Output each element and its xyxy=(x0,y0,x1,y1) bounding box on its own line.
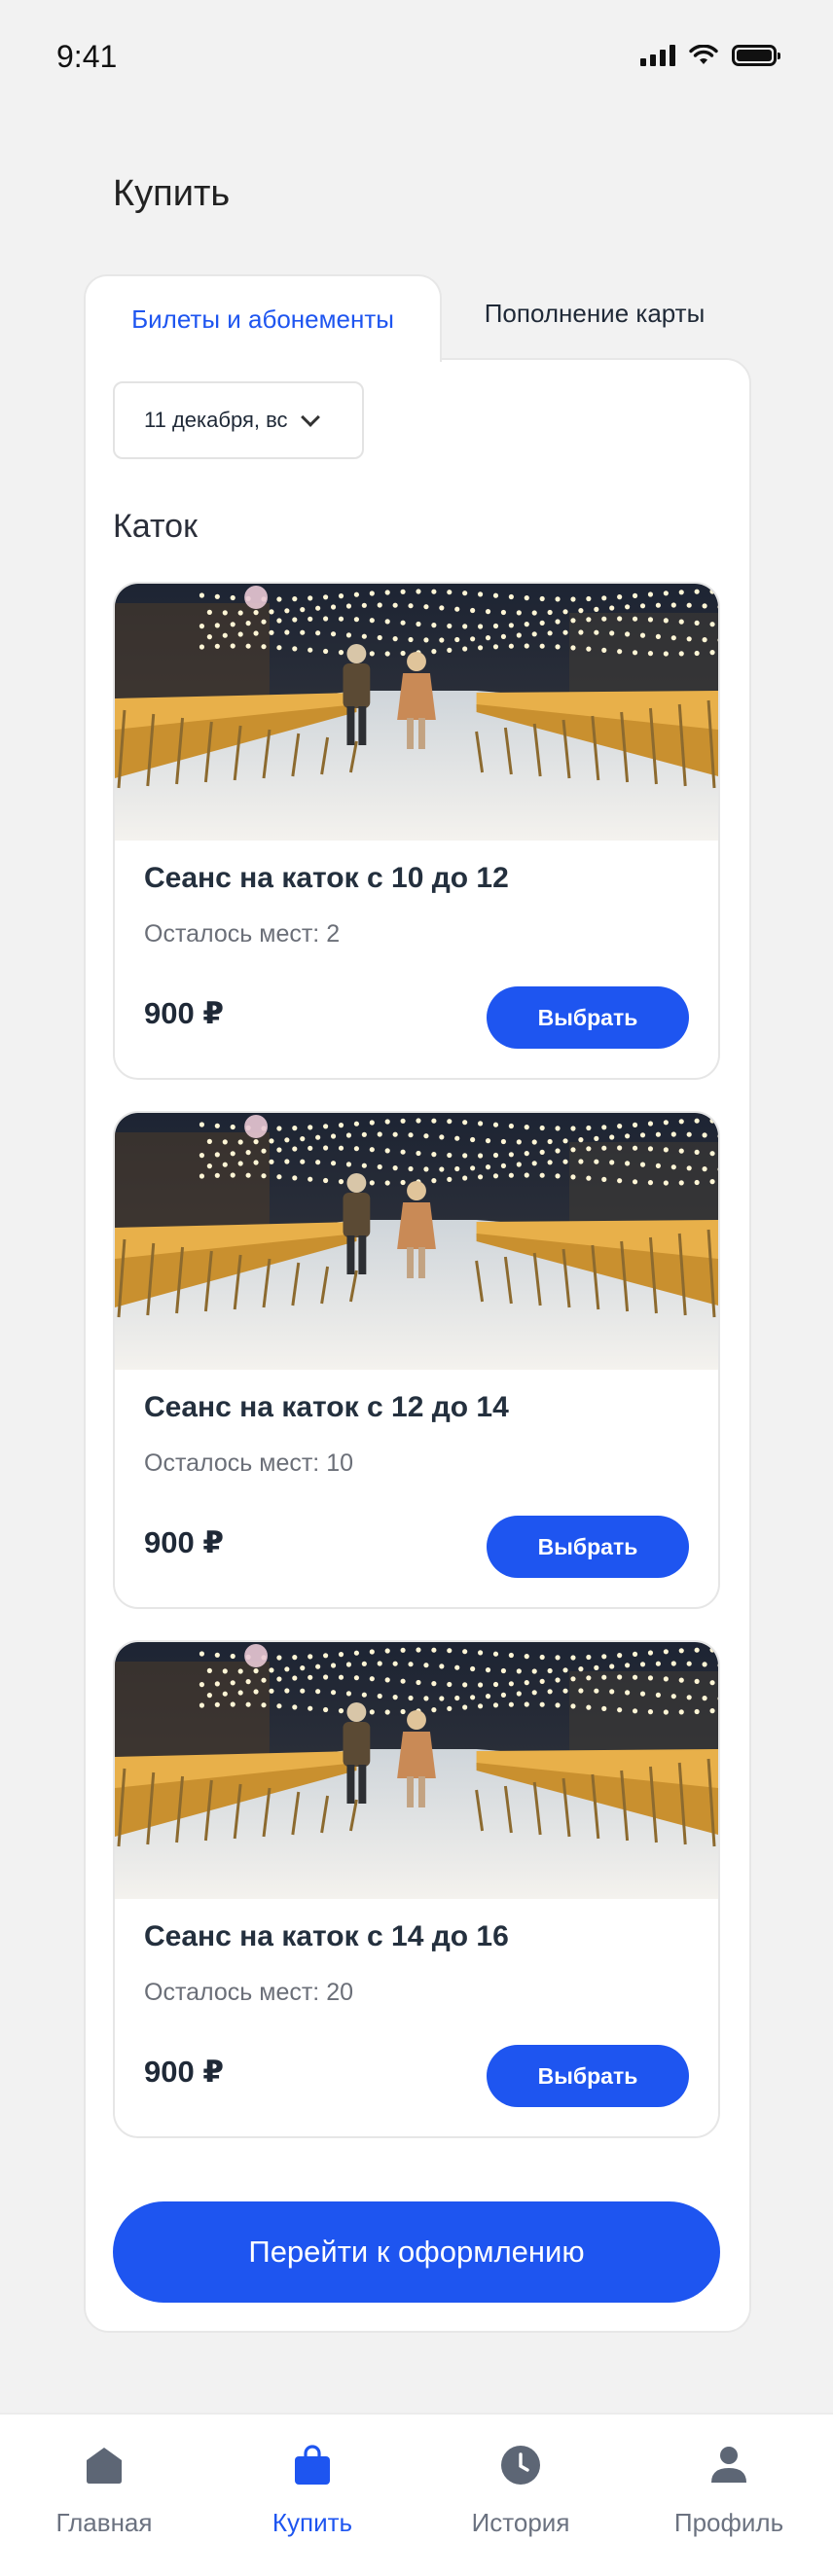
nav-label: Купить xyxy=(272,2508,353,2537)
tab-card-topup[interactable]: Пополнение карты xyxy=(444,274,745,352)
shopping-bag-icon xyxy=(295,2445,330,2485)
session-price: 900 ₽ xyxy=(144,996,224,1030)
signal-icon xyxy=(640,45,675,66)
wifi-icon xyxy=(689,45,718,64)
skating-rink-image xyxy=(115,1113,718,1370)
bottom-nav: Главная Купить История Профиль xyxy=(0,2413,833,2576)
session-title: Сеанс на каток с 12 до 14 xyxy=(144,1391,509,1423)
skating-rink-image xyxy=(115,1642,718,1899)
session-card: Сеанс на каток с 14 до 16 Осталось мест:… xyxy=(113,1640,720,2138)
nav-label: История xyxy=(471,2508,570,2537)
status-time: 9:41 xyxy=(56,39,118,74)
clock-icon xyxy=(501,2446,540,2485)
nav-label: Профиль xyxy=(673,2508,784,2537)
status-icons xyxy=(640,45,780,66)
seats-left: Осталось мест: 10 xyxy=(144,1449,354,1477)
nav-item-home[interactable]: Главная xyxy=(0,2415,208,2576)
session-price: 900 ₽ xyxy=(144,2055,224,2089)
session-card: Сеанс на каток с 12 до 14 Осталось мест:… xyxy=(113,1111,720,1609)
select-session-button[interactable]: Выбрать xyxy=(487,1516,689,1578)
nav-item-profile[interactable]: Профиль xyxy=(625,2415,833,2576)
nav-item-buy[interactable]: Купить xyxy=(208,2415,416,2576)
select-session-button[interactable]: Выбрать xyxy=(487,2045,689,2107)
seats-left: Осталось мест: 20 xyxy=(144,1979,354,2006)
session-title: Сеанс на каток с 14 до 16 xyxy=(144,1920,509,1952)
chevron-down-icon xyxy=(300,408,320,427)
date-select[interactable]: 11 декабря, вс xyxy=(113,381,364,459)
session-card: Сеанс на каток с 10 до 12 Осталось мест:… xyxy=(113,582,720,1080)
section-title: Каток xyxy=(113,508,198,545)
select-session-button[interactable]: Выбрать xyxy=(487,986,689,1049)
page-title: Купить xyxy=(113,173,231,214)
seats-left: Осталось мест: 2 xyxy=(144,920,341,948)
nav-label: Главная xyxy=(55,2508,153,2537)
battery-icon xyxy=(732,45,780,66)
home-icon xyxy=(87,2448,122,2484)
status-bar: 9:41 xyxy=(0,0,833,117)
checkout-button[interactable]: Перейти к оформлению xyxy=(113,2201,720,2303)
nav-item-history[interactable]: История xyxy=(416,2415,625,2576)
session-price: 900 ₽ xyxy=(144,1525,224,1559)
date-select-value: 11 декабря, вс xyxy=(144,408,288,432)
session-title: Сеанс на каток с 10 до 12 xyxy=(144,862,509,894)
skating-rink-image xyxy=(115,584,718,841)
tab-tickets[interactable]: Билеты и абонементы xyxy=(84,274,442,362)
user-icon xyxy=(711,2447,746,2483)
